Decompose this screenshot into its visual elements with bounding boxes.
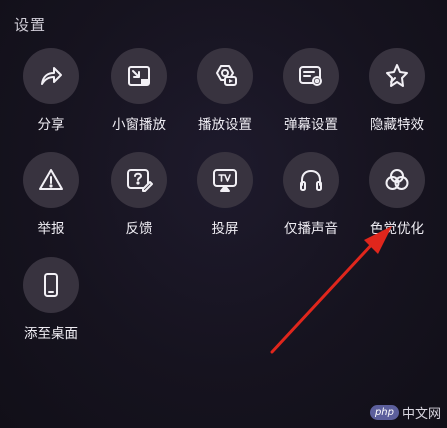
cast-screen-label: 投屏 (211, 221, 239, 237)
watermark-text: 中文网 (401, 407, 441, 422)
share-icon (23, 48, 79, 104)
share-label: 分享 (37, 117, 65, 133)
danmaku-settings-label: 弹幕设置 (284, 117, 338, 133)
color-vision-button[interactable]: 色觉优化 (354, 152, 440, 237)
mini-window-button[interactable]: 小窗播放 (96, 48, 182, 133)
feedback-button[interactable]: 反馈 (96, 152, 182, 237)
report-icon (23, 152, 79, 208)
add-to-desktop-icon (23, 257, 79, 313)
add-to-desktop-button[interactable]: 添至桌面 (8, 257, 94, 342)
report-label: 举报 (37, 221, 65, 237)
audio-only-icon (283, 152, 339, 208)
hide-effects-label: 隐藏特效 (370, 117, 424, 133)
watermark: php 中文网 (369, 403, 441, 422)
watermark-badge: php (369, 405, 399, 420)
mini-window-icon (111, 48, 167, 104)
panel-title: 设置 (14, 16, 47, 34)
feedback-icon (111, 152, 167, 208)
feedback-label: 反馈 (125, 221, 153, 237)
hide-effects-icon (369, 48, 425, 104)
hide-effects-button[interactable]: 隐藏特效 (354, 48, 440, 133)
mini-window-label: 小窗播放 (112, 117, 166, 133)
color-vision-icon (369, 152, 425, 208)
playback-settings-label: 播放设置 (198, 117, 252, 133)
cast-screen-icon (197, 152, 253, 208)
color-vision-label: 色觉优化 (370, 221, 424, 237)
playback-settings-icon (197, 48, 253, 104)
audio-only-label: 仅播声音 (284, 221, 338, 237)
cast-screen-button[interactable]: 投屏 (182, 152, 268, 237)
share-button[interactable]: 分享 (8, 48, 94, 133)
report-button[interactable]: 举报 (8, 152, 94, 237)
danmaku-settings-button[interactable]: 弹幕设置 (268, 48, 354, 133)
playback-settings-button[interactable]: 播放设置 (182, 48, 268, 133)
add-to-desktop-label: 添至桌面 (24, 326, 78, 342)
audio-only-button[interactable]: 仅播声音 (268, 152, 354, 237)
danmaku-settings-icon (283, 48, 339, 104)
